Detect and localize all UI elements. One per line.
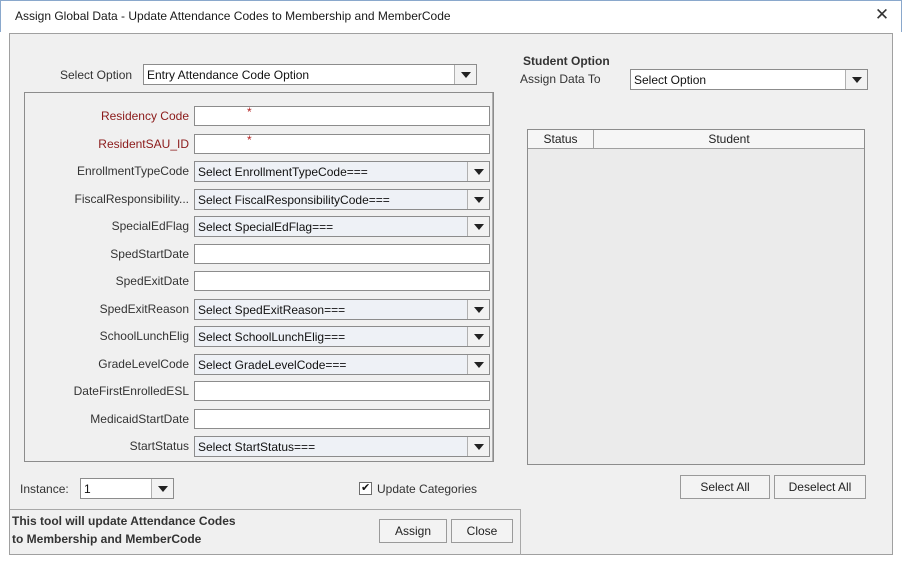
fiscalresponsibility-value: Select FiscalResponsibilityCode=== — [198, 193, 390, 207]
residentsau-id-input[interactable]: * — [194, 133, 490, 154]
startstatus-value: Select StartStatus=== — [198, 440, 316, 454]
assign-data-to-label: Assign Data To — [520, 72, 601, 86]
chevron-down-icon[interactable] — [454, 65, 476, 84]
footer-divider — [10, 509, 520, 510]
chevron-down-icon[interactable] — [467, 300, 489, 319]
required-marker: * — [247, 133, 252, 147]
student-table[interactable]: Status Student — [527, 129, 865, 465]
field-label-fiscalresponsibility: FiscalResponsibility... — [74, 192, 189, 206]
spedexitreason-dropdown[interactable]: Select SpedExitReason=== — [194, 299, 490, 320]
chevron-down-icon[interactable] — [467, 437, 489, 456]
window-title: Assign Global Data - Update Attendance C… — [15, 9, 451, 23]
enrollmenttypecode-dropdown[interactable]: Select EnrollmentTypeCode=== — [194, 161, 490, 182]
gradelevelcode-value: Select GradeLevelCode=== — [198, 358, 347, 372]
field-label-spedexitdate: SpedExitDate — [115, 274, 189, 288]
info-line-1: This tool will update Attendance Codes — [12, 514, 236, 528]
field-label-enrollmenttypecode: EnrollmentTypeCode — [76, 164, 189, 178]
gradelevelcode-dropdown[interactable]: Select GradeLevelCode=== — [194, 354, 490, 375]
instance-label: Instance: — [20, 482, 69, 496]
chevron-down-icon[interactable] — [845, 70, 867, 89]
deselect-all-button[interactable]: Deselect All — [774, 475, 866, 499]
spedstartdate-input[interactable] — [194, 244, 490, 264]
field-label-specialedflag: SpecialEdFlag — [111, 219, 189, 233]
close-button[interactable]: Close — [451, 519, 513, 543]
assign-data-to-value: Select Option — [634, 73, 707, 87]
instance-dropdown[interactable]: 1 — [80, 478, 174, 499]
instance-value: 1 — [84, 482, 91, 496]
table-header: Status Student — [528, 130, 864, 149]
dialog-body: Select Option Entry Attendance Code Opti… — [9, 33, 893, 555]
specialedflag-dropdown[interactable]: Select SpecialEdFlag=== — [194, 216, 490, 237]
specialedflag-value: Select SpecialEdFlag=== — [198, 220, 334, 234]
field-label-schoollunchelig: SchoolLunchElig — [99, 329, 189, 343]
assign-data-to-dropdown[interactable]: Select Option — [630, 69, 868, 90]
update-categories-checkbox[interactable] — [359, 481, 372, 495]
update-categories-label: Update Categories — [377, 482, 478, 496]
field-label-residentsau-id: ResidentSAU_ID — [98, 137, 189, 151]
schoollunchelig-dropdown[interactable]: Select SchoolLunchElig=== — [194, 326, 490, 347]
fields-scroll-panel: Residency Code * ResidentSAU_ID * Enrollment… — [24, 92, 494, 462]
select-option-value: Entry Attendance Code Option — [147, 68, 310, 82]
close-icon[interactable]: ✕ — [873, 5, 891, 25]
chevron-down-icon[interactable] — [467, 162, 489, 181]
vertical-scrollbar[interactable] — [492, 93, 494, 461]
required-marker: * — [247, 105, 252, 119]
chevron-down-icon[interactable] — [151, 479, 173, 498]
column-header-status[interactable]: Status — [528, 132, 593, 146]
fiscalresponsibility-dropdown[interactable]: Select FiscalResponsibilityCode=== — [194, 189, 490, 210]
title-bar: Assign Global Data - Update Attendance C… — [0, 0, 902, 32]
column-header-student[interactable]: Student — [594, 132, 864, 146]
spedexitreason-value: Select SpedExitReason=== — [198, 303, 346, 317]
scroll-down-icon[interactable] — [493, 443, 494, 459]
startstatus-dropdown[interactable]: Select StartStatus=== — [194, 436, 490, 457]
chevron-down-icon[interactable] — [467, 217, 489, 236]
residency-code-input[interactable]: * — [194, 105, 490, 126]
schoollunchelig-value: Select SchoolLunchElig=== — [198, 330, 346, 344]
assign-button[interactable]: Assign — [379, 519, 447, 543]
select-all-button[interactable]: Select All — [680, 475, 770, 499]
field-label-spedexitreason: SpedExitReason — [99, 302, 189, 316]
select-option-dropdown[interactable]: Entry Attendance Code Option — [143, 64, 477, 85]
spedexitdate-input[interactable] — [194, 271, 490, 291]
info-text: This tool will update Attendance Codes t… — [12, 512, 236, 548]
chevron-down-icon[interactable] — [467, 327, 489, 346]
field-label-spedstartdate: SpedStartDate — [110, 247, 189, 261]
field-label-datefirstenrolledesl: DateFirstEnrolledESL — [73, 384, 189, 398]
medicaidstartdate-input[interactable] — [194, 409, 490, 429]
scroll-up-icon[interactable] — [493, 101, 494, 117]
datefirstenrolledesl-input[interactable] — [194, 381, 490, 401]
chevron-down-icon[interactable] — [467, 190, 489, 209]
field-label-medicaidstartdate: MedicaidStartDate — [90, 412, 189, 426]
select-option-label: Select Option — [60, 68, 133, 82]
field-label-startstatus: StartStatus — [129, 439, 189, 453]
footer-vertical-divider — [520, 509, 521, 555]
info-line-2: to Membership and MemberCode — [12, 532, 202, 546]
chevron-down-icon[interactable] — [467, 355, 489, 374]
student-option-title: Student Option — [523, 54, 610, 68]
field-label-residency-code: Residency Code — [100, 109, 189, 123]
field-label-gradelevelcode: GradeLevelCode — [98, 357, 189, 371]
enrollmenttypecode-value: Select EnrollmentTypeCode=== — [198, 165, 368, 179]
